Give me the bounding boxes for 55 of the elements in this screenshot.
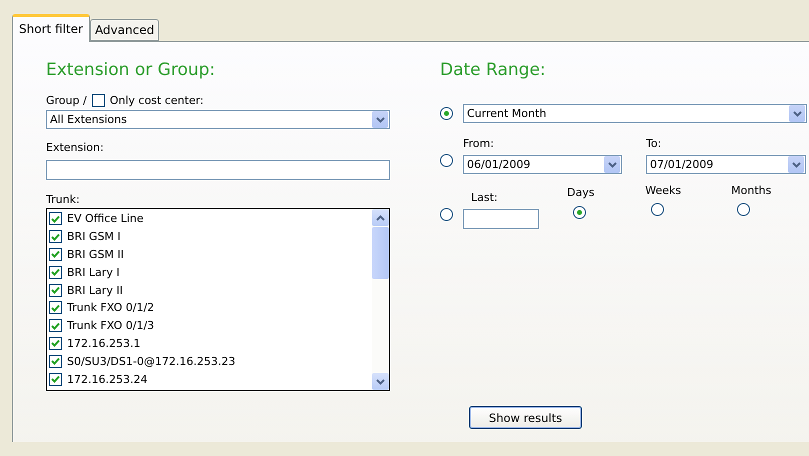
section-heading: Extension or Group:	[46, 60, 216, 82]
trunk-item[interactable]: BRI GSM I	[67, 230, 121, 244]
extension-label: Extension:	[46, 141, 105, 154]
unit-label: Days	[567, 186, 594, 199]
checkbox[interactable]	[49, 336, 62, 350]
trunk-item[interactable]: BRI Lary II	[67, 284, 123, 297]
date-preset-select[interactable]: Current Month	[463, 104, 807, 123]
checkbox[interactable]	[92, 94, 105, 107]
trunk-item[interactable]: BRI GSM II	[67, 248, 124, 261]
from-date-select[interactable]: 06/01/2009	[463, 155, 622, 174]
from-label: From:	[463, 137, 495, 150]
chevron-down-icon	[376, 116, 384, 122]
trunk-item[interactable]: Trunk FXO 0/1/3	[67, 319, 154, 332]
checkbox[interactable]	[49, 301, 62, 314]
radio-button[interactable]	[737, 203, 750, 216]
trunk-item[interactable]: S0/SU3/DS1-0@172.16.253.23	[67, 354, 236, 368]
to-label: To:	[646, 137, 662, 150]
checkbox[interactable]	[49, 372, 62, 386]
unit-label: Weeks	[645, 184, 682, 197]
chevron-up-icon	[376, 214, 385, 220]
cost-center-label: Only cost center:	[110, 94, 204, 107]
chevron-down-icon	[376, 378, 385, 384]
checkbox[interactable]	[49, 230, 62, 244]
group-select[interactable]: All Extensions	[46, 110, 390, 129]
chevron-down-icon	[792, 110, 802, 116]
checkbox[interactable]	[49, 354, 62, 368]
trunk-item[interactable]: 172.16.253.1	[67, 336, 140, 350]
last-count-field[interactable]	[463, 209, 539, 229]
last-label: Last:	[470, 191, 499, 204]
checkbox[interactable]	[49, 212, 62, 226]
show-results-button[interactable]: Show results	[469, 406, 582, 429]
trunk-item[interactable]: 172.16.253.24	[67, 372, 148, 386]
radio-button[interactable]	[440, 154, 453, 167]
checkbox[interactable]	[49, 319, 62, 332]
checkbox[interactable]	[49, 248, 62, 261]
checkbox[interactable]	[49, 266, 62, 279]
tab[interactable]: Advanced	[90, 19, 160, 41]
radio-button[interactable]	[440, 107, 453, 120]
group-label: Group /	[46, 94, 87, 107]
extension-field[interactable]	[46, 160, 390, 180]
unit-label: Months	[731, 184, 772, 197]
chevron-down-icon	[792, 162, 800, 168]
trunk-item[interactable]: EV Office Line	[67, 212, 144, 226]
trunk-item[interactable]: Trunk FXO 0/1/2	[67, 301, 154, 314]
radio-button[interactable]	[651, 203, 664, 216]
checkbox[interactable]	[49, 284, 62, 297]
to-date-select[interactable]: 07/01/2009	[646, 155, 806, 174]
tab[interactable]: Short filter	[12, 14, 90, 42]
trunk-item[interactable]: BRI Lary I	[67, 266, 120, 279]
radio-button[interactable]	[440, 208, 453, 221]
scrollbar[interactable]	[372, 209, 389, 390]
trunk-label: Trunk:	[46, 193, 81, 206]
radio-button[interactable]	[573, 206, 586, 219]
chevron-down-icon	[608, 162, 616, 168]
section-heading: Date Range:	[440, 60, 547, 82]
